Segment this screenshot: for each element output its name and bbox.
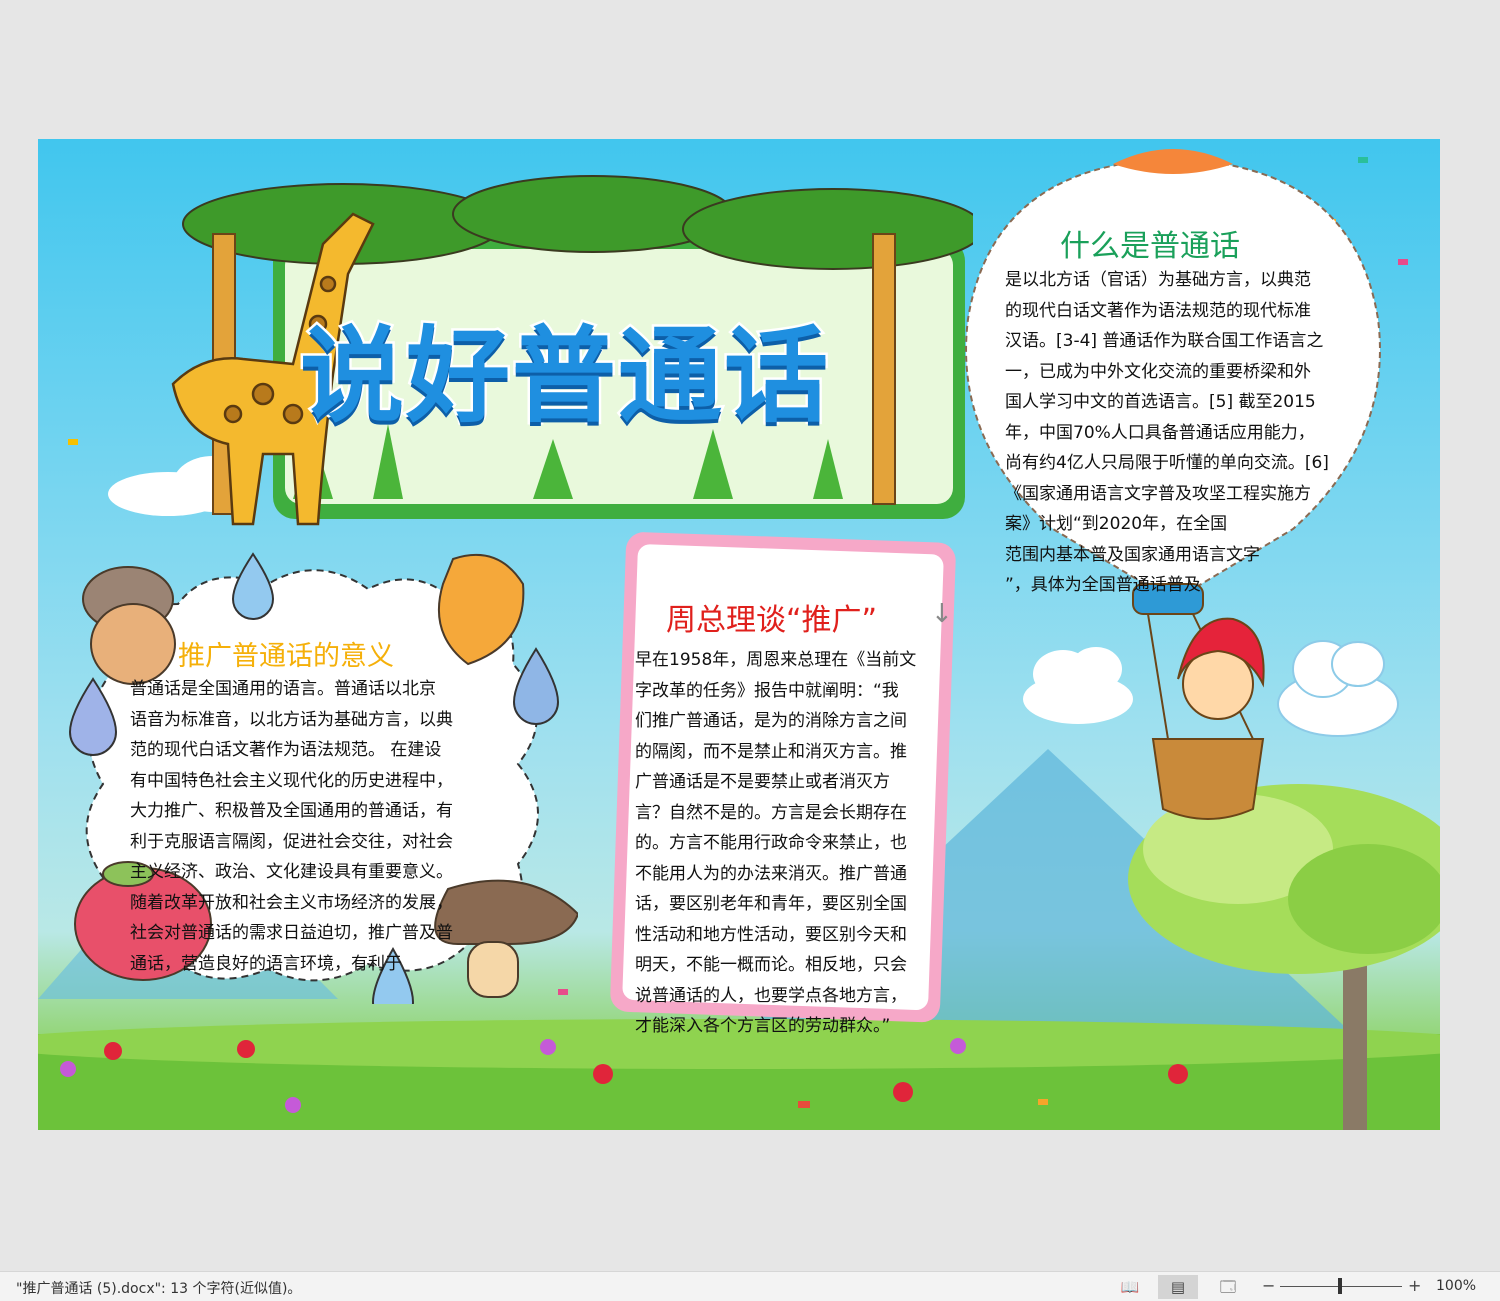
acorn <box>82 566 176 685</box>
section2-line: 的。方言不能用行政命令来禁止，也 <box>635 833 907 853</box>
section1-line: 语音为标准音，以北方话为基础方言，以典 <box>130 709 453 730</box>
section2-line: 不能用人为的办法来消灭。推广普通 <box>635 863 907 884</box>
section2-line: 言？自然不是的。方言是会长期存在 <box>635 802 907 823</box>
print-layout-icon[interactable]: ▤ <box>1158 1275 1198 1299</box>
web-layout-icon[interactable]: 🗔 <box>1208 1275 1248 1299</box>
raindrop-1 <box>231 552 275 620</box>
section3-line: 国人学习中文的首选语言。[5] 截至2015 <box>1005 392 1316 412</box>
section2-line: 话，要区别老年和青年，要区别全国 <box>635 894 907 914</box>
section2-heading-mark: ↓ <box>931 599 953 629</box>
section2-line: 才能深入各个方言区的劳动群众。” <box>635 1016 891 1036</box>
section3-line: 年，中国70%人口具备普通话应用能力， <box>1005 422 1315 443</box>
section3-line: 《国家通用语言文字普及攻坚工程实施方 <box>1005 483 1311 504</box>
section3-body: 是以北方话（官话）为基础方言，以典范 的现代白话文著作为语法规范的现代标准 汉语。[… <box>1005 265 1329 601</box>
raindrop-3 <box>512 647 560 725</box>
section2-line: 明天，不能一概而论。相反地，只会 <box>635 955 907 975</box>
zoom-out-button[interactable]: − <box>1262 1276 1275 1295</box>
section3-line: 一，已成为中外文化交流的重要桥梁和外 <box>1005 361 1311 382</box>
girl-in-balloon <box>1177 617 1265 720</box>
section2-line: 的隔阂，而不是禁止和消灭方言。推 <box>635 741 907 762</box>
section1-line: 普通话是全国通用的语言。普通话以北京 <box>130 679 436 699</box>
section2-line: 性活动和地方性活动，要区别今天和 <box>635 924 907 945</box>
zoom-in-button[interactable]: + <box>1408 1276 1421 1295</box>
section2-line: 广普通话是不是要禁止或者消灭方 <box>635 772 890 792</box>
section3-heading: 什么是普通话 <box>1060 229 1240 264</box>
document-info[interactable]: "推广普通话 (5).docx": 13 个字符(近似值)。 <box>16 1278 301 1298</box>
section1-line: 随着改革开放和社会主义市场经济的发展， <box>130 892 453 913</box>
section2-line: 字改革的任务》报告中就阐明：“我 <box>635 680 899 701</box>
zoom-slider-thumb[interactable] <box>1338 1278 1342 1294</box>
section1-line: 社会对普通话的需求日益迫切，推广普及普 <box>130 923 453 943</box>
status-bar: "推广普通话 (5).docx": 13 个字符(近似值)。 📖 ▤ 🗔 − +… <box>0 1271 1500 1301</box>
section1-line: 通话，营造良好的语言环境，有利于 <box>130 953 402 974</box>
section3-line: 范围内基本普及国家通用语言文字 <box>1005 544 1260 565</box>
section3-line: 汉语。[3-4] 普通话作为联合国工作语言之 <box>1005 331 1324 351</box>
section3-line: 案》计划“到2020年，在全国 <box>1005 514 1228 534</box>
section3-line: 是以北方话（官话）为基础方言，以典范 <box>1005 270 1311 290</box>
poster-title: 说好普通话 <box>297 313 831 440</box>
section3-line: ”，具体为全国普通话普及 <box>1005 575 1201 595</box>
section1-body: 普通话是全国通用的语言。普通话以北京 语音为标准音，以北方话为基础方言，以典 范的现… <box>130 674 453 979</box>
section1-line: 利于克服语言隔阂，促进社会交往，对社会 <box>130 831 453 852</box>
section2-line: 早在1958年，周恩来总理在《当前文 <box>635 650 917 670</box>
section1-line: 有中国特色社会主义现代化的历史进程中， <box>130 770 453 791</box>
section1-line: 大力推广、积极普及全国通用的普通话，有 <box>130 801 453 821</box>
section2-line: 们推广普通话，是为的消除方言之间 <box>635 711 907 731</box>
zoom-level[interactable]: 100% <box>1436 1278 1476 1294</box>
section3-line: 的现代白话文著作为语法规范的现代标准 <box>1005 300 1311 321</box>
section1-line: 范的现代白话文著作为语法规范。 在建设 <box>130 740 442 760</box>
document-page: 说好普通话 推广普通话的意义 普通话是全国通用的语言。普通话以北京 语音为标准音，… <box>38 139 1440 1130</box>
section1-line: 主义经济、政治、文化建设具有重要意义。 <box>130 862 453 882</box>
section2-line: 说普通话的人，也要学点各地方言， <box>635 985 907 1006</box>
section2-heading: 周总理谈“推广” <box>666 603 878 638</box>
section1-heading: 推广普通话的意义 <box>178 641 394 672</box>
mushroom <box>434 879 578 998</box>
section2-body: 早在1958年，周恩来总理在《当前文 字改革的任务》报告中就阐明：“我 们推广普通话… <box>635 645 916 1042</box>
section3-line: 尚有约4亿人只局限于听懂的单向交流。[6] <box>1005 453 1329 473</box>
read-mode-icon[interactable]: 📖 <box>1110 1275 1150 1299</box>
